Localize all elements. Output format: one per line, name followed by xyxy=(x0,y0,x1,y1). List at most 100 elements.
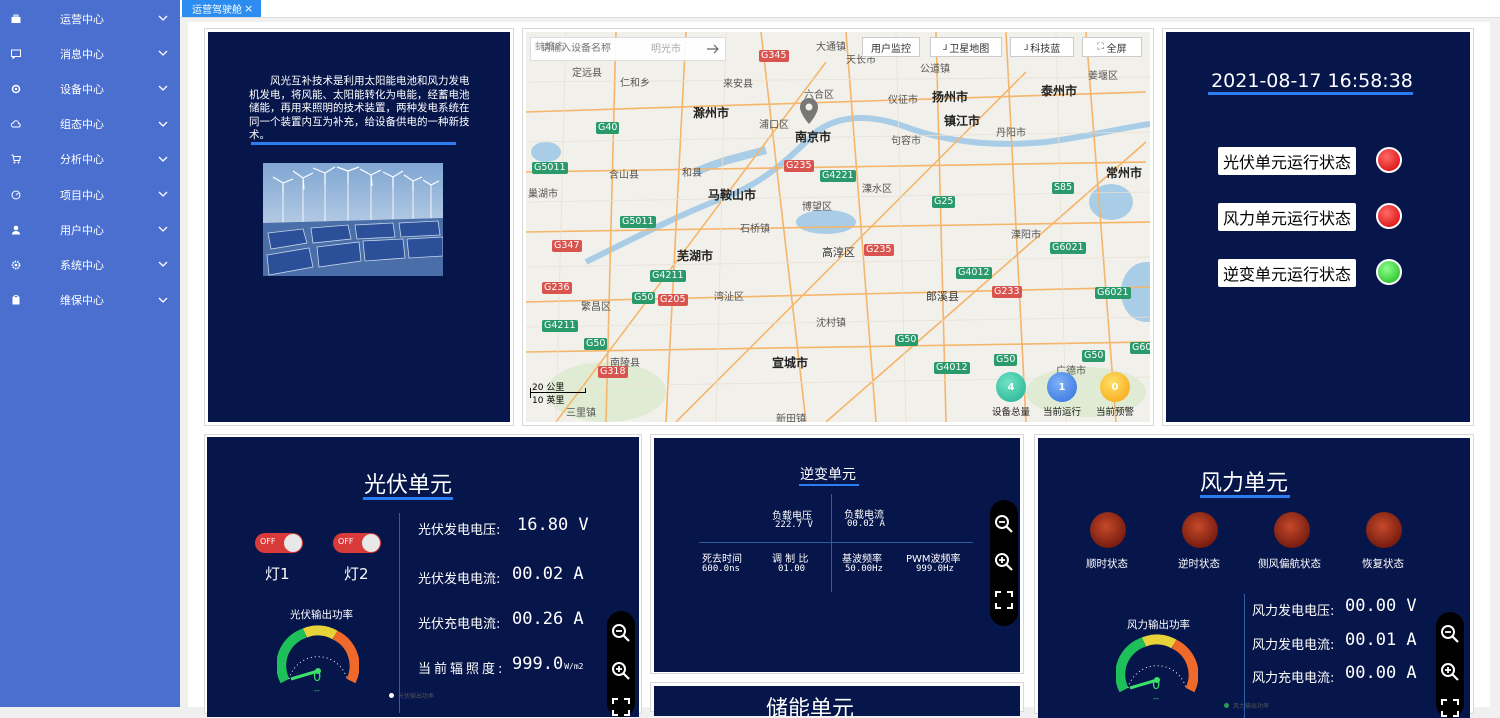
map-pin-icon[interactable] xyxy=(800,98,818,124)
sidebar: 运营中心 消息中心 设备中心 组态中心 分析中心 项目中心 用户中心 系统中心 xyxy=(0,0,180,707)
wind-frame: 风力单元 顺时状态 逆时状态 侧风偏航状态 恢复状态 风力输出功率 0 -- 风… xyxy=(1034,434,1474,718)
wind-divider xyxy=(1244,594,1245,718)
fullscreen-icon: ⛶ xyxy=(1097,42,1104,52)
sidebar-item-devices[interactable]: 设备中心 xyxy=(0,71,180,106)
sidebar-item-label: 运营中心 xyxy=(60,12,104,26)
counterclockwise-state-label: 逆时状态 xyxy=(1178,558,1220,570)
sidebar-item-label: 组态中心 xyxy=(60,118,104,132)
running-count-badge[interactable]: 1 xyxy=(1047,372,1077,402)
clipboard-icon xyxy=(12,295,20,305)
lamp2-toggle[interactable]: OFF xyxy=(333,533,381,553)
pv-charge-label: 光伏充电电流: xyxy=(418,617,501,632)
tech-blue-button[interactable]: ⅃ 科技蓝 xyxy=(1010,37,1074,57)
wind-title: 风力单元 xyxy=(1200,471,1289,496)
device-total-label: 设备总量 xyxy=(992,407,1031,418)
storage-panel: 储能单元 xyxy=(654,686,1020,716)
map-frame: 滁州市 南京市 扬州市 泰州市 镇江市 常州市 马鞍山市 芜湖市 宣城市 郎溪县… xyxy=(522,28,1154,426)
running-count-label: 当前运行 xyxy=(1043,407,1082,418)
user-monitor-button[interactable]: 用户监控 xyxy=(862,37,920,57)
pv-voltage-label: 光伏发电电压: xyxy=(418,523,501,538)
map-place-label: 湾沚区 xyxy=(714,292,744,303)
map-place-label: 定远县 xyxy=(572,68,602,79)
map-city-label: 南京市 xyxy=(795,130,832,144)
sidebar-item-configuration[interactable]: 组态中心 xyxy=(0,107,180,142)
road-tag: G318 xyxy=(598,366,628,378)
fit-screen-icon[interactable] xyxy=(1440,698,1460,718)
load-voltage-value: 222.7 V xyxy=(775,520,813,530)
road-tag: G50 xyxy=(895,334,919,346)
tab-label: 运营驾驶舱 xyxy=(192,5,242,16)
chevron-down-icon xyxy=(158,297,168,303)
sidebar-item-analysis[interactable]: 分析中心 xyxy=(0,142,180,177)
pv-divider xyxy=(399,513,400,713)
sidebar-item-operations[interactable]: 运营中心 xyxy=(0,1,180,36)
inverter-vline xyxy=(831,494,832,592)
pv-title: 光伏单元 xyxy=(364,473,453,498)
map-place-label: 和县 xyxy=(682,168,702,179)
road-tag: G236 xyxy=(542,282,572,294)
cart-icon xyxy=(11,154,21,164)
zoom-out-icon[interactable] xyxy=(994,514,1014,534)
tab-operations-cockpit[interactable]: 运营驾驶舱 × xyxy=(182,0,261,17)
map-place-label: 六合区 xyxy=(804,90,834,101)
clockwise-state-label: 顺时状态 xyxy=(1086,558,1128,570)
map-city-label: 马鞍山市 xyxy=(708,188,757,202)
search-input[interactable] xyxy=(541,43,691,54)
map-place-label: 含山县 xyxy=(609,170,639,181)
pv-panel: 光伏单元 OFF 灯1 OFF 灯2 光伏输出功率 0 -- 光伏输出功率 光伏… xyxy=(207,437,639,717)
pv-current-label: 光伏发电电流: xyxy=(418,572,501,587)
close-icon[interactable]: × xyxy=(244,2,253,15)
road-tag: G50 xyxy=(632,292,656,304)
warning-count-badge[interactable]: 0 xyxy=(1100,372,1130,402)
sidebar-item-label: 系统中心 xyxy=(60,258,104,272)
map-place-label: 丹阳市 xyxy=(996,128,1026,139)
sidebar-item-system[interactable]: 系统中心 xyxy=(0,247,180,282)
road-tag: G6021 xyxy=(1095,287,1131,299)
fundamental-freq-value: 50.00Hz xyxy=(845,564,883,574)
wind-current-label: 风力发电电流: xyxy=(1252,638,1335,653)
pv-title-underline xyxy=(363,497,453,500)
road-tag: G4211 xyxy=(650,270,686,282)
pv-current-value: 00.02 A xyxy=(512,564,584,584)
sidebar-item-label: 项目中心 xyxy=(60,188,104,202)
sidebar-item-maintenance[interactable]: 维保中心 xyxy=(0,283,180,318)
road-tag: G235 xyxy=(864,244,894,256)
clockwise-state-light xyxy=(1090,512,1126,548)
map-place-label: 仪征市 xyxy=(888,95,918,106)
sidebar-item-projects[interactable]: 项目中心 xyxy=(0,177,180,212)
sidebar-item-users[interactable]: 用户中心 xyxy=(0,212,180,247)
lamp1-toggle[interactable]: OFF xyxy=(255,533,303,553)
road-tag: G233 xyxy=(992,286,1022,298)
fit-screen-icon[interactable] xyxy=(611,697,631,717)
sidebar-item-messages[interactable]: 消息中心 xyxy=(0,36,180,71)
fit-screen-icon[interactable] xyxy=(994,590,1014,610)
map-search-box[interactable]: 蚌埠市 明光市 xyxy=(530,37,726,61)
device-total-badge[interactable]: 4 xyxy=(996,372,1026,402)
map-place-label: 大通镇 xyxy=(816,42,846,53)
zoom-out-icon[interactable] xyxy=(1440,624,1460,644)
storage-title: 储能单元 xyxy=(766,697,855,716)
intro-frame: 风光互补技术是利用太阳能电池和风力发电机发电，将风能、太阳能转化为电能，经蓄电池… xyxy=(204,28,514,426)
pv-irradiance-label: 当前辐照度: xyxy=(418,662,506,677)
intro-panel: 风光互补技术是利用太阳能电池和风力发电机发电，将风能、太阳能转化为电能，经蓄电池… xyxy=(208,32,510,422)
status-panel: 2021-08-17 16:58:38 光伏单元运行状态 风力单元运行状态 逆变… xyxy=(1166,32,1470,422)
satellite-map-button[interactable]: ⅃ 卫星地图 xyxy=(930,37,1002,57)
map-city-label: 镇江市 xyxy=(944,114,981,128)
zoom-out-icon[interactable] xyxy=(611,623,631,643)
map-place-label: 新田镇 xyxy=(776,414,806,422)
zoom-in-icon[interactable] xyxy=(1440,662,1460,682)
map-city-label: 芜湖市 xyxy=(677,249,714,263)
pv-zoom-bar xyxy=(607,611,635,717)
sidebar-item-label: 消息中心 xyxy=(60,47,104,61)
zoom-in-icon[interactable] xyxy=(611,661,631,681)
cloud-icon xyxy=(11,120,21,128)
map[interactable]: 滁州市 南京市 扬州市 泰州市 镇江市 常州市 马鞍山市 芜湖市 宣城市 郎溪县… xyxy=(526,32,1150,422)
zoom-in-icon[interactable] xyxy=(994,552,1014,572)
road-tag: G25 xyxy=(932,196,956,208)
storage-frame: 储能单元 xyxy=(650,682,1024,716)
layer-icon: ⅃ xyxy=(1023,42,1029,52)
arrow-right-icon[interactable] xyxy=(707,44,719,54)
modulation-ratio-value: 01.00 xyxy=(778,564,806,574)
road-tag: G5011 xyxy=(620,216,656,228)
fullscreen-button[interactable]: ⛶ 全屏 xyxy=(1082,37,1142,57)
